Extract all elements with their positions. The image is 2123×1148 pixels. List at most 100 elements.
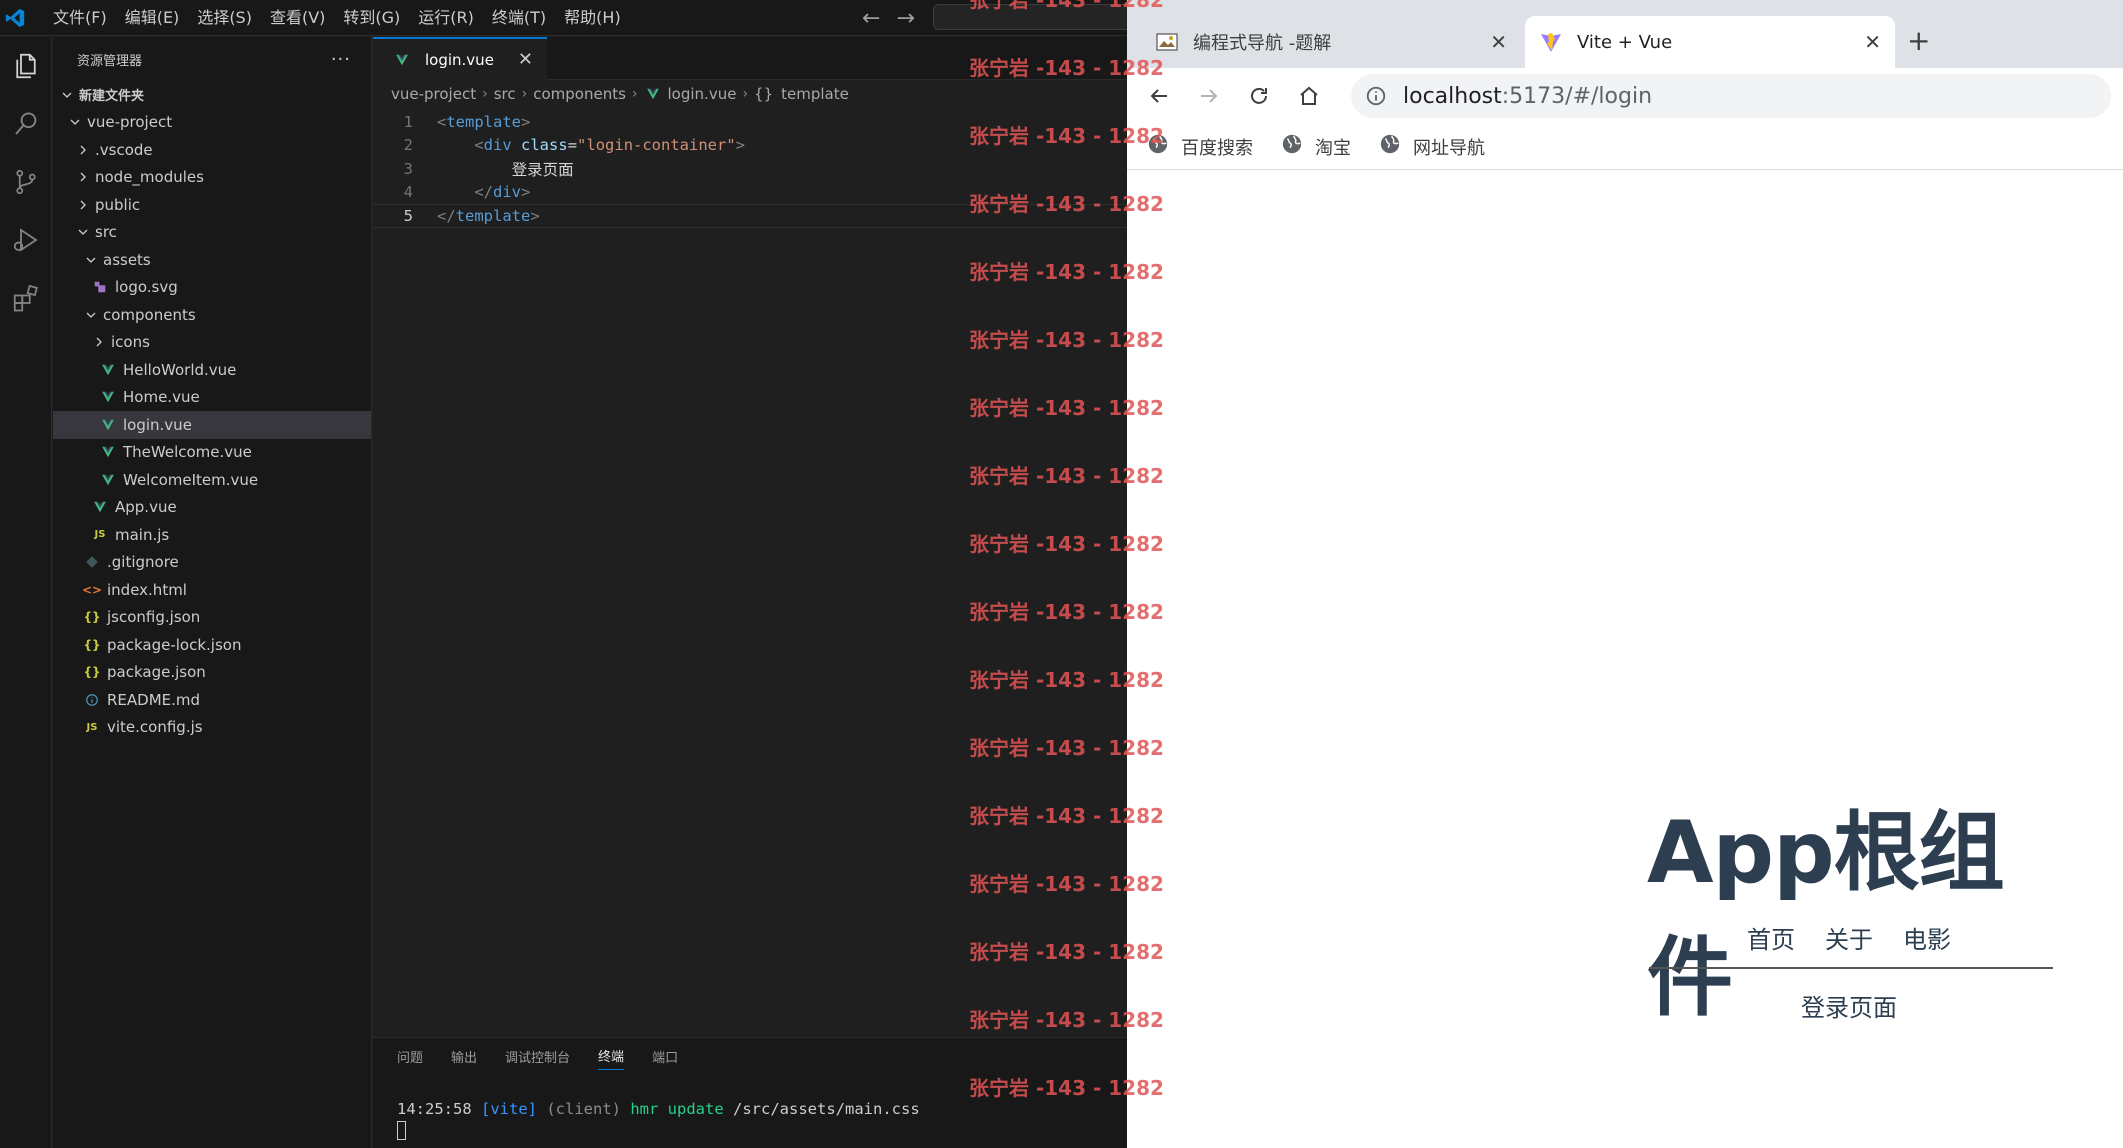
tree-item-label: node_modules [95, 168, 204, 187]
tree-item-label: HelloWorld.vue [123, 360, 237, 379]
terminal-cursor[interactable] [397, 1121, 406, 1140]
run-debug-icon[interactable] [0, 211, 52, 269]
tree-item[interactable]: vue-project [53, 109, 371, 137]
tree-item[interactable]: JS vite.config.js [53, 714, 371, 742]
tree-item[interactable]: {} jsconfig.json [53, 604, 371, 632]
globe-icon [1281, 133, 1315, 160]
code-text: </div> [423, 183, 530, 201]
code-token: template [446, 112, 521, 131]
home-icon[interactable] [1291, 78, 1327, 114]
title-bar: 文件(F) 编辑(E) 选择(S) 查看(V) 转到(G) 运行(R) 终端(T) 帮助(H)… [0, 0, 1127, 36]
panel-tab[interactable]: 终端 [598, 1046, 625, 1070]
tab-login-vue[interactable]: login.vue ✕ [373, 37, 548, 80]
panel-tab[interactable]: 端口 [652, 1047, 678, 1070]
tree-item[interactable]: src [53, 219, 371, 247]
tree-item[interactable]: components [53, 301, 371, 329]
breadcrumb-item[interactable]: components [533, 85, 626, 103]
menu-item[interactable]: 终端(T) [483, 0, 555, 36]
code-token: 登录页面 [437, 160, 574, 179]
bookmark-item[interactable]: 淘宝 [1281, 133, 1351, 160]
terminal-time: 14:25:58 [397, 1100, 472, 1118]
extensions-icon[interactable] [0, 269, 52, 327]
json-file-icon: {} [83, 610, 101, 625]
tree-item[interactable]: .gitignore [53, 549, 371, 577]
code-token: < [437, 112, 447, 131]
tree-item[interactable]: <> index.html [53, 576, 371, 604]
browser-tab-strip: 编程式导航 -题解 ✕ Vite + Vue ✕ + [1127, 0, 2123, 68]
vite-favicon-icon [1539, 30, 1563, 54]
explorer-icon[interactable] [0, 37, 52, 95]
breadcrumb-item[interactable]: login.vue [668, 85, 737, 103]
chevron-down-icon [75, 224, 91, 240]
source-control-icon[interactable] [0, 153, 52, 211]
forward-icon[interactable] [1191, 78, 1227, 114]
panel-tab[interactable]: 调试控制台 [505, 1047, 570, 1070]
more-actions-icon[interactable]: ··· [331, 49, 351, 70]
reload-icon[interactable] [1241, 78, 1277, 114]
tree-item[interactable]: TheWelcome.vue [53, 439, 371, 467]
tree-item[interactable]: HelloWorld.vue [53, 356, 371, 384]
menu-item[interactable]: 帮助(H) [555, 0, 630, 36]
chevron-down-icon [67, 114, 83, 130]
tree-item[interactable]: Home.vue [53, 384, 371, 412]
tab-label: login.vue [425, 50, 494, 69]
bookmark-item[interactable]: 网址导航 [1379, 133, 1485, 160]
tree-item[interactable]: node_modules [53, 164, 371, 192]
tree-item[interactable]: App.vue [53, 494, 371, 522]
app-nav-link[interactable]: 电影 [1903, 920, 1951, 955]
menu-item[interactable]: 转到(G) [334, 0, 409, 36]
forward-arrow-icon[interactable]: → [896, 6, 914, 31]
menu-item[interactable]: 运行(R) [409, 0, 483, 36]
tree-item[interactable]: WelcomeItem.vue [53, 466, 371, 494]
breadcrumb-item[interactable]: vue-project [391, 85, 476, 103]
tree-item[interactable]: .vscode [53, 136, 371, 164]
chevron-down-icon [83, 252, 99, 268]
bookmarks-bar: 百度搜索 淘宝 网址导航 [1127, 124, 2123, 170]
code-line[interactable]: 3 登录页面 [373, 157, 1127, 181]
watermark-text: 张宁岩 -143 - 1282 [969, 804, 1164, 828]
address-bar[interactable]: localhost:5173/#/login [1351, 74, 2111, 118]
menu-item[interactable]: 编辑(E) [116, 0, 189, 36]
app-nav-link[interactable]: 关于 [1825, 920, 1873, 955]
vue-file-icon [644, 87, 662, 101]
browser-tab-1[interactable]: 编程式导航 -题解 ✕ [1151, 16, 1521, 68]
tab-close-icon[interactable]: ✕ [518, 49, 533, 70]
tree-item-label: .gitignore [107, 553, 179, 572]
breadcrumb-item[interactable]: template [781, 85, 849, 103]
tree-item[interactable]: icons [53, 329, 371, 357]
search-icon[interactable] [0, 95, 52, 153]
tree-item[interactable]: login.vue [53, 411, 371, 439]
app-nav-link[interactable]: 首页 [1747, 920, 1795, 955]
site-info-icon[interactable] [1365, 85, 1387, 107]
tree-item[interactable]: assets [53, 246, 371, 274]
browser-tab-2[interactable]: Vite + Vue ✕ [1525, 16, 1895, 68]
back-arrow-icon[interactable]: ← [862, 6, 880, 31]
tree-item[interactable]: logo.svg [53, 274, 371, 302]
login-page-content: 登录页面 [1801, 994, 1897, 1022]
panel-tab[interactable]: 输出 [451, 1047, 477, 1070]
terminal-path: /src/assets/main.css [733, 1100, 920, 1118]
menu-item[interactable]: 查看(V) [261, 0, 334, 36]
breadcrumb-item[interactable]: src [494, 85, 516, 103]
tree-item[interactable]: README.md [53, 686, 371, 714]
js-file-icon: JS [86, 721, 98, 733]
menu-item[interactable]: 选择(S) [188, 0, 261, 36]
vue-file-icon [393, 53, 411, 67]
tree-item[interactable]: JS main.js [53, 521, 371, 549]
watermark-text: 张宁岩 -143 - 1282 [969, 464, 1164, 488]
tab-close-icon[interactable]: ✕ [1864, 30, 1881, 54]
json-file-icon: {} [83, 637, 101, 652]
tree-item[interactable]: {} package-lock.json [53, 631, 371, 659]
terminal-output: 14:25:58 [vite] (client) hmr update /src… [373, 1100, 1127, 1118]
breadcrumb: vue-project › src › components › login.vue › {} t… [373, 80, 1127, 108]
back-icon[interactable] [1141, 78, 1177, 114]
new-tab-button[interactable]: + [1907, 24, 1930, 57]
tree-item[interactable]: {} package.json [53, 659, 371, 687]
menu-item[interactable]: 文件(F) [44, 0, 116, 36]
panel-tab[interactable]: 问题 [397, 1047, 423, 1070]
workspace-folder[interactable]: 新建文件夹 [53, 81, 371, 109]
tab-close-icon[interactable]: ✕ [1490, 30, 1507, 54]
terminal-client-tag: (client) [546, 1100, 621, 1118]
tree-item[interactable]: public [53, 191, 371, 219]
